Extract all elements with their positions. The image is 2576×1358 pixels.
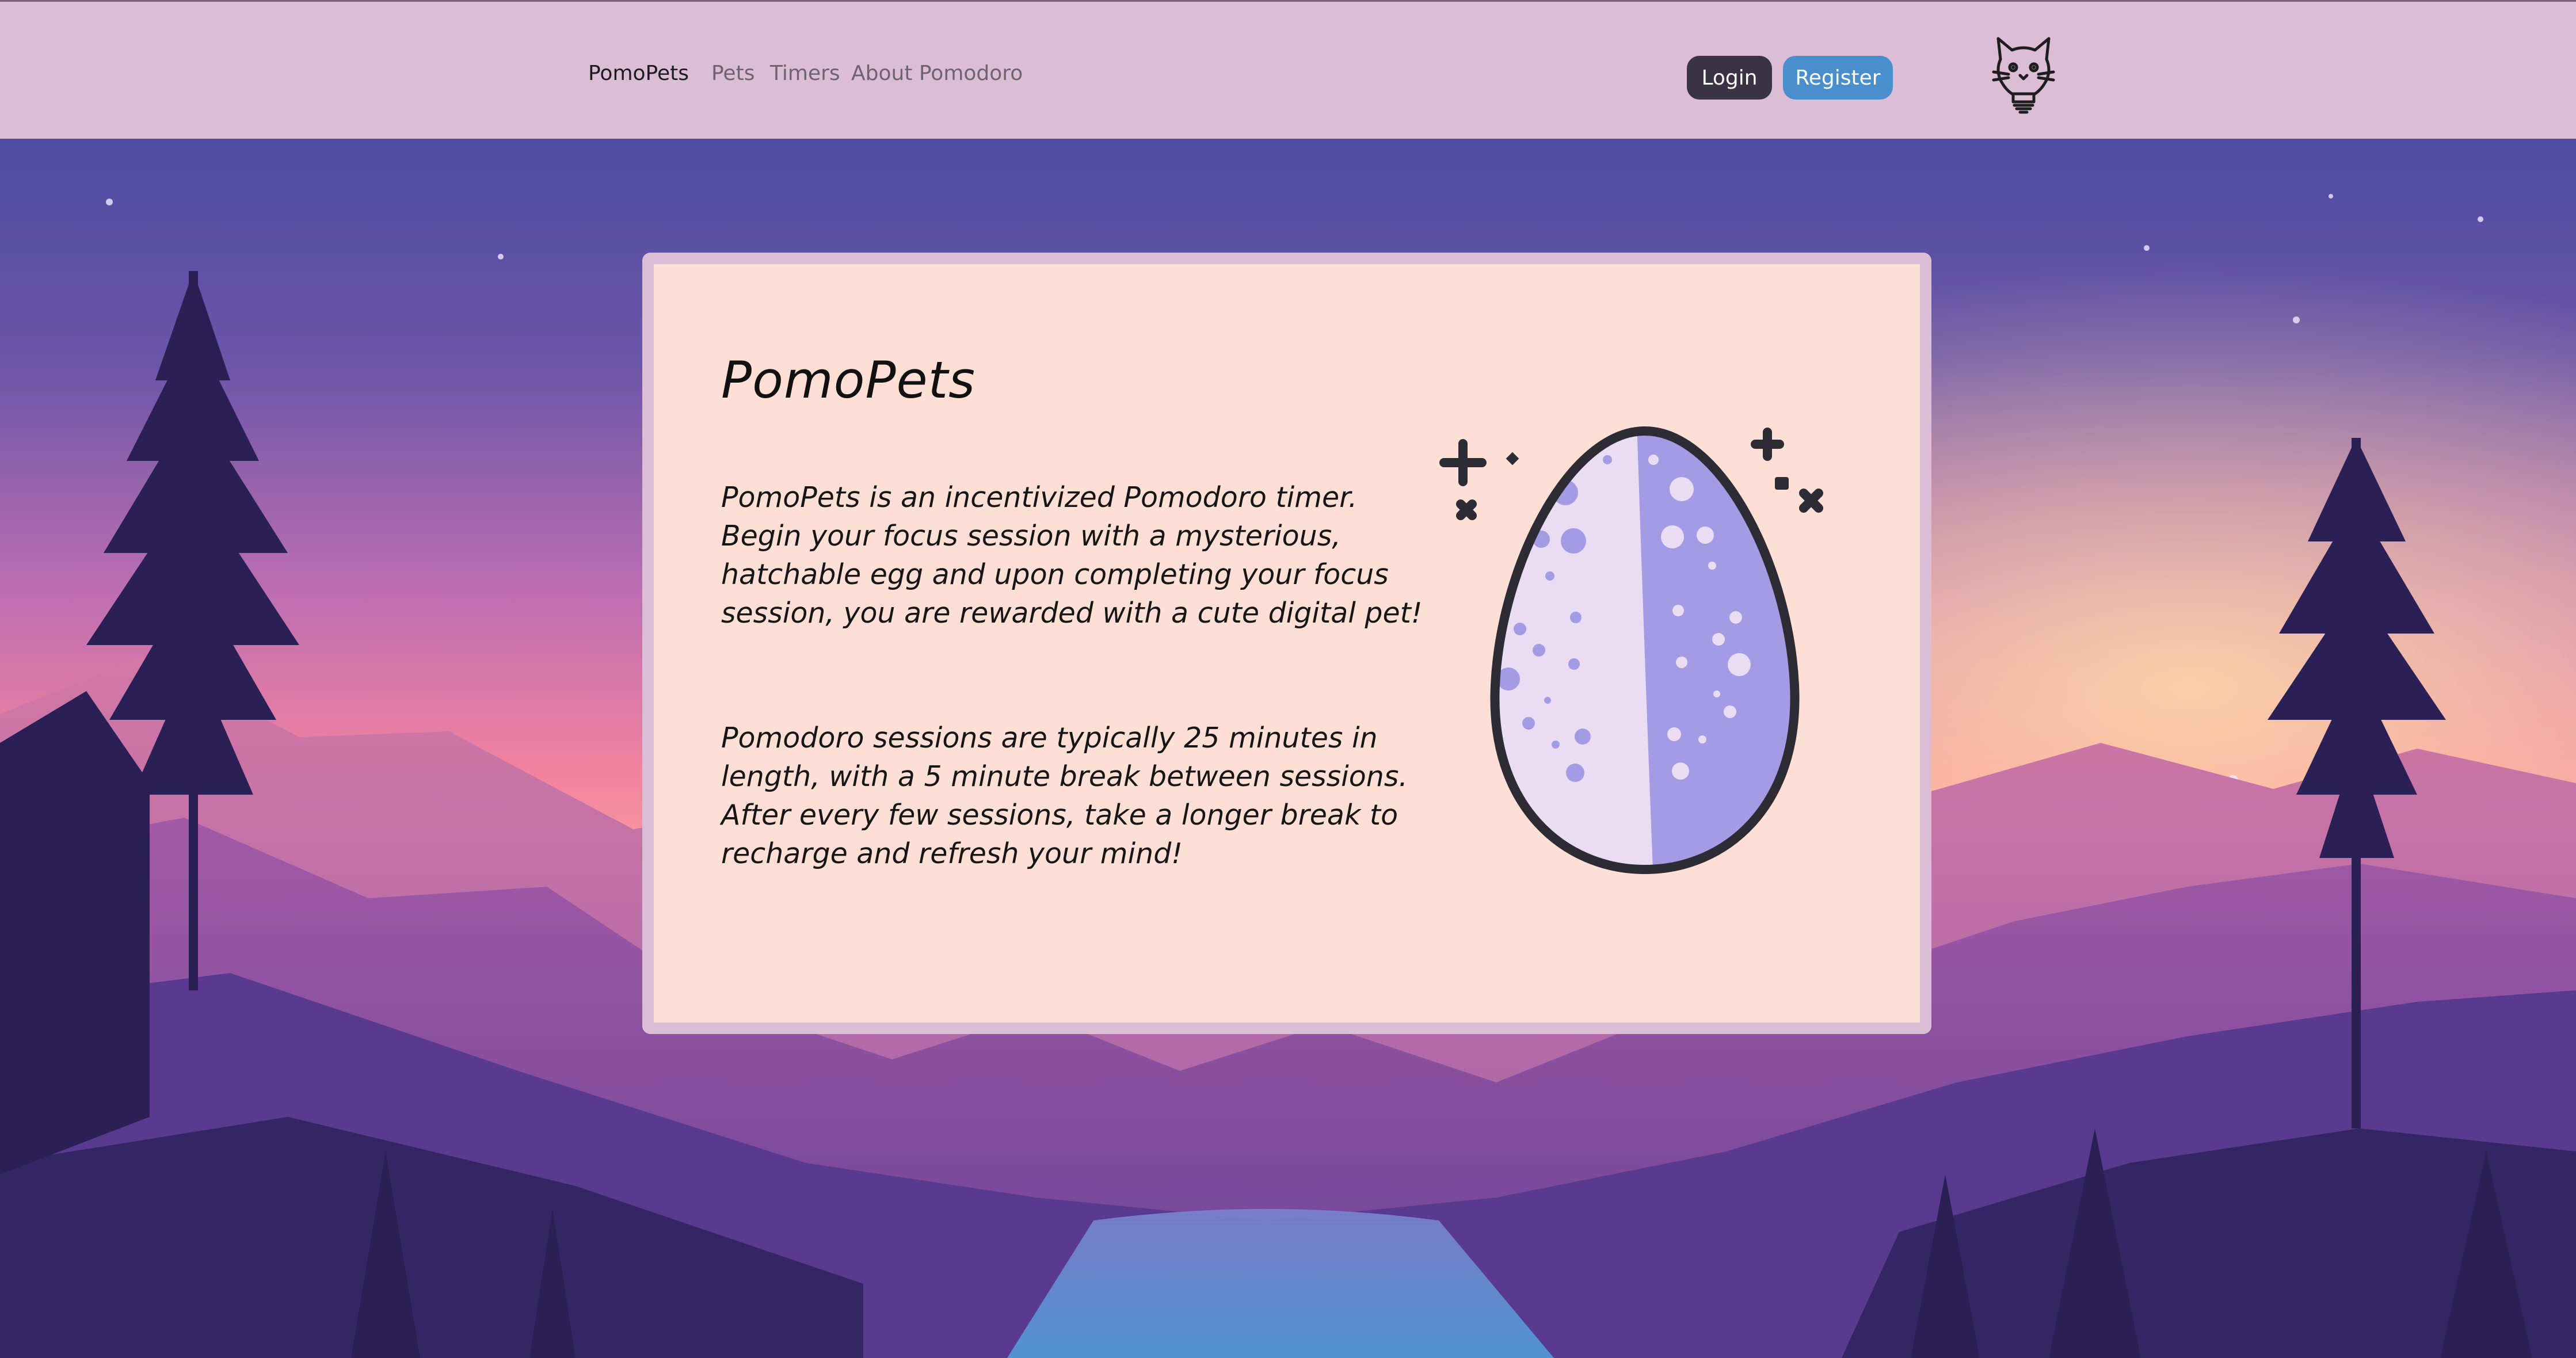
page: PomoPets Pets Timers About Pomodoro Logi… [0,0,2576,1358]
nav-link-about-pomodoro[interactable]: About Pomodoro [851,62,1023,85]
register-button[interactable]: Register [1783,56,1893,100]
intro-card: PomoPets PomoPets is an incentivized Pom… [642,253,1931,1034]
navbar: PomoPets Pets Timers About Pomodoro Logi… [0,0,2576,139]
spotted-egg-icon [1439,426,1823,875]
intro-paragraph: PomoPets is an incentivized Pomodoro tim… [721,481,1423,630]
cat-lightbulb-icon[interactable] [1991,34,2056,115]
brand-link[interactable]: PomoPets [588,62,689,85]
nav-link-pets[interactable]: Pets [711,62,754,85]
login-button[interactable]: Login [1687,56,1772,100]
nav-link-timers[interactable]: Timers [770,62,840,85]
page-title: PomoPets [721,350,976,410]
intro-card-body: PomoPets PomoPets is an incentivized Pom… [654,264,1920,1023]
pomodoro-paragraph: Pomodoro sessions are typically 25 minut… [721,722,1408,870]
